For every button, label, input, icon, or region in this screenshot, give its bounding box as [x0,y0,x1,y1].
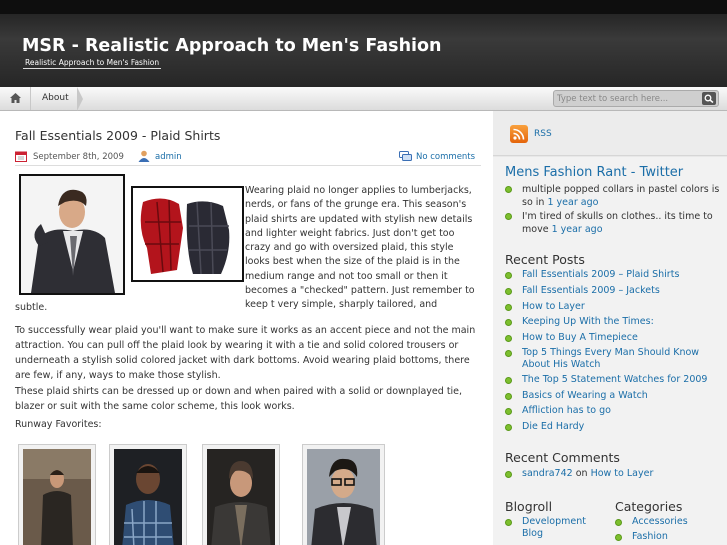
bullet-icon [505,471,512,478]
recent-post-link[interactable]: How to Buy A Timepiece [522,332,722,344]
user-icon [138,150,150,162]
nav-bar: About [0,87,727,111]
recent-post-link[interactable]: How to Layer [522,301,722,313]
search-icon [704,94,714,103]
tweet: multiple popped collars in pastel colors… [522,183,722,209]
comment-author-link[interactable]: sandra742 [522,468,573,479]
recent-posts-heading: Recent Posts [505,252,585,267]
post-photo-plaid-shirts [131,186,244,282]
search-input[interactable] [557,92,697,105]
post-author-link[interactable]: admin [155,152,182,162]
post-title[interactable]: Fall Essentials 2009 - Plaid Shirts [15,128,220,143]
category-link[interactable]: Accessories [632,516,688,527]
bullet-icon [505,186,512,193]
bullet-icon [505,424,512,431]
runway-photo [202,444,280,545]
tweet-time-link[interactable]: 1 year ago [552,224,603,235]
recent-post-link[interactable]: Basics of Wearing a Watch [522,390,722,402]
runway-label: Runway Favorites: [15,419,102,430]
recent-post-link[interactable]: Affliction has to go [522,405,722,417]
recent-post-link[interactable]: Fall Essentials 2009 – Jackets [522,285,722,297]
bullet-icon [505,213,512,220]
bullet-icon [505,377,512,384]
post-comments-link[interactable]: No comments [416,152,475,162]
comment-post-link[interactable]: How to Layer [591,468,654,479]
recent-comment: sandra742 on How to Layer [522,468,653,479]
home-icon [10,93,21,103]
bullet-icon [505,393,512,400]
post-meta: September 8th, 2009 admin No comments [15,149,481,166]
twitter-widget-title[interactable]: Mens Fashion Rant - Twitter [505,165,683,180]
tweet: I'm tired of skulls on clothes.. its tim… [522,210,722,236]
comment-icon [399,151,412,161]
nav-home-button[interactable] [0,87,31,110]
bullet-icon [505,519,512,526]
recent-post-link[interactable]: Top 5 Things Every Man Should Know About… [522,347,722,370]
tweet-time-link[interactable]: 1 year ago [547,197,598,208]
post-paragraph: These plaid shirts can be dressed up or … [15,386,463,412]
bullet-icon [505,319,512,326]
site-title[interactable]: MSR - Realistic Approach to Men's Fashio… [22,36,442,56]
bullet-icon [615,519,622,526]
runway-photo [18,444,96,545]
sidebar: Mens Fashion Rant - Twitter multiple pop… [493,157,727,545]
runway-photo [109,444,187,545]
bullet-icon [505,304,512,311]
bullet-icon [505,350,512,357]
calendar-icon [15,151,27,162]
post-date: September 8th, 2009 [33,152,124,162]
post-photo-man-in-suit [19,174,125,295]
recent-post-link[interactable]: Die Ed Hardy [522,421,722,433]
bullet-icon [505,335,512,342]
category-link[interactable]: Fashion [632,531,668,542]
categories-heading: Categories [615,499,683,514]
post-intro-text: Wearing plaid no longer applies to lumbe… [245,185,475,311]
bullet-icon [505,272,512,279]
runway-photo [302,444,385,545]
post-intro-tail: subtle. [15,302,48,313]
nav-item-about[interactable]: About [32,87,83,111]
header-top-stripe [0,0,727,14]
bullet-icon [615,534,622,541]
post-paragraph: To successfully wear plaid you'll want t… [15,325,476,381]
comment-on-text: on [572,468,591,479]
rss-link[interactable]: RSS [534,129,552,139]
search-box [553,90,719,107]
main-content: Fall Essentials 2009 - Plaid Shirts Sept… [0,111,493,545]
blogroll-heading: Blogroll [505,499,553,514]
blogroll-link[interactable]: Development Blog [522,516,602,539]
recent-post-link[interactable]: Keeping Up With the Times: [522,316,722,328]
search-button[interactable] [702,92,716,105]
bullet-icon [505,408,512,415]
site-tagline: Realistic Approach to Men's Fashion [23,58,162,69]
recent-post-link[interactable]: The Top 5 Statement Watches for 2009 [522,374,722,386]
bullet-icon [505,288,512,295]
site-header: MSR - Realistic Approach to Men's Fashio… [0,0,727,87]
rss-icon[interactable] [510,125,528,143]
recent-comments-heading: Recent Comments [505,450,620,465]
recent-post-link[interactable]: Fall Essentials 2009 – Plaid Shirts [522,269,722,281]
rss-panel: RSS [493,111,727,156]
